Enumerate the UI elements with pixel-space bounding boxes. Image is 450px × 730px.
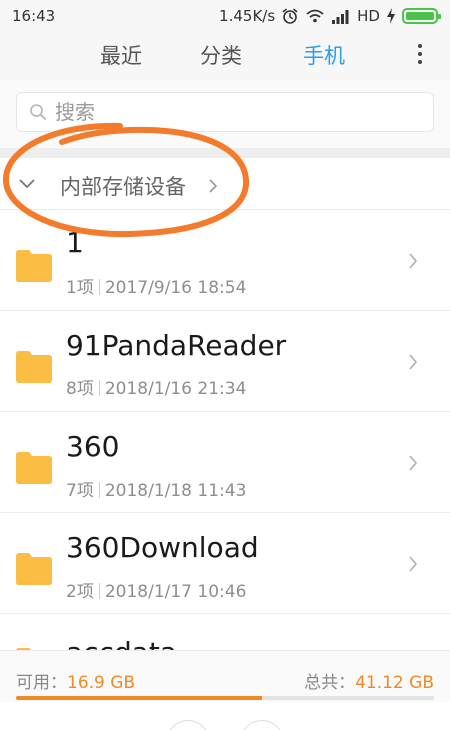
search-box[interactable]	[16, 92, 434, 132]
section-divider	[0, 148, 450, 158]
item-count: 7项	[66, 481, 94, 501]
item-count: 1项	[66, 278, 94, 298]
chevron-right-icon	[209, 179, 218, 193]
file-meta: 1项 2017/9/16 18:54	[66, 273, 246, 298]
network-speed: 1.45K/s	[219, 7, 276, 25]
file-row[interactable]: 91PandaReader 8项 2018/1/16 21:34	[0, 311, 450, 412]
storage-usage-fill	[16, 696, 263, 700]
file-name: 91PandaReader	[66, 329, 287, 362]
folder-icon	[16, 351, 52, 383]
modified-date: 2017/9/16 18:54	[104, 278, 247, 298]
search-input[interactable]	[55, 100, 395, 124]
search-icon	[30, 104, 46, 120]
file-row[interactable]: 360 7项 2018/1/18 11:43	[0, 412, 450, 513]
modified-date: 2018/1/16 21:34	[104, 379, 247, 399]
breadcrumb[interactable]: 内部存储设备	[0, 158, 450, 210]
storage-usage-bar	[16, 696, 434, 700]
battery-level	[406, 12, 434, 20]
network-type: HD	[357, 7, 380, 25]
folder-icon	[16, 553, 52, 585]
chevron-right-icon	[409, 354, 418, 370]
file-list: 1 1项 2017/9/16 18:54 91PandaReader 8项 2018…	[0, 210, 450, 650]
storage-total: 总共：41.12 GB	[304, 668, 434, 693]
bottom-action-button[interactable]	[240, 720, 284, 730]
storage-available: 可用：16.9 GB	[16, 668, 135, 693]
chevron-right-icon	[409, 556, 418, 572]
alarm-icon	[282, 8, 298, 24]
modified-date: 2018/1/18 11:43	[104, 481, 247, 501]
item-count: 8项	[66, 379, 94, 399]
file-meta: 2项 2018/1/17 10:46	[66, 577, 246, 602]
storage-available-value: 16.9 GB	[67, 673, 136, 693]
folder-icon	[16, 250, 52, 282]
chevron-right-icon	[409, 455, 418, 471]
signal-icon	[332, 9, 349, 24]
tab-category[interactable]: 分类	[200, 40, 242, 70]
status-icons: 1.45K/s HD	[219, 7, 441, 25]
folder-icon	[16, 452, 52, 484]
file-meta: 7项 2018/1/18 11:43	[66, 476, 246, 501]
more-menu-icon[interactable]	[414, 44, 426, 68]
file-meta: 8项 2018/1/16 21:34	[66, 374, 246, 399]
tab-recent[interactable]: 最近	[100, 40, 142, 70]
modified-date: 2018/1/17 10:46	[104, 582, 247, 602]
storage-available-label: 可用：	[16, 673, 67, 693]
bottom-action-button[interactable]	[166, 720, 210, 730]
breadcrumb-storage-label[interactable]: 内部存储设备	[60, 171, 186, 201]
file-name: 360Download	[66, 531, 259, 564]
file-name: 1	[66, 226, 84, 259]
storage-summary: 可用：16.9 GB 总共：41.12 GB	[0, 650, 450, 702]
tab-bar: 最近 分类 手机	[0, 32, 450, 80]
search-area	[0, 80, 450, 148]
bottom-toolbar	[0, 702, 450, 730]
tab-phone[interactable]: 手机	[303, 40, 345, 70]
chevron-right-icon	[409, 253, 418, 269]
file-row[interactable]: 1 1项 2017/9/16 18:54	[0, 210, 450, 311]
status-bar: 16:43 1.45K/s HD	[0, 0, 450, 32]
item-count: 2项	[66, 582, 94, 602]
file-name: accdata	[66, 636, 177, 650]
wifi-icon	[306, 9, 324, 23]
file-row[interactable]: 360Download 2项 2018/1/17 10:46	[0, 513, 450, 614]
storage-total-value: 41.12 GB	[355, 673, 434, 693]
file-name: 360	[66, 430, 120, 463]
battery-icon	[402, 8, 441, 24]
charging-icon	[387, 8, 395, 24]
storage-total-label: 总共：	[304, 673, 356, 693]
file-row[interactable]: accdata	[0, 614, 450, 650]
chevron-down-icon[interactable]	[18, 178, 36, 190]
status-time: 16:43	[12, 7, 56, 25]
